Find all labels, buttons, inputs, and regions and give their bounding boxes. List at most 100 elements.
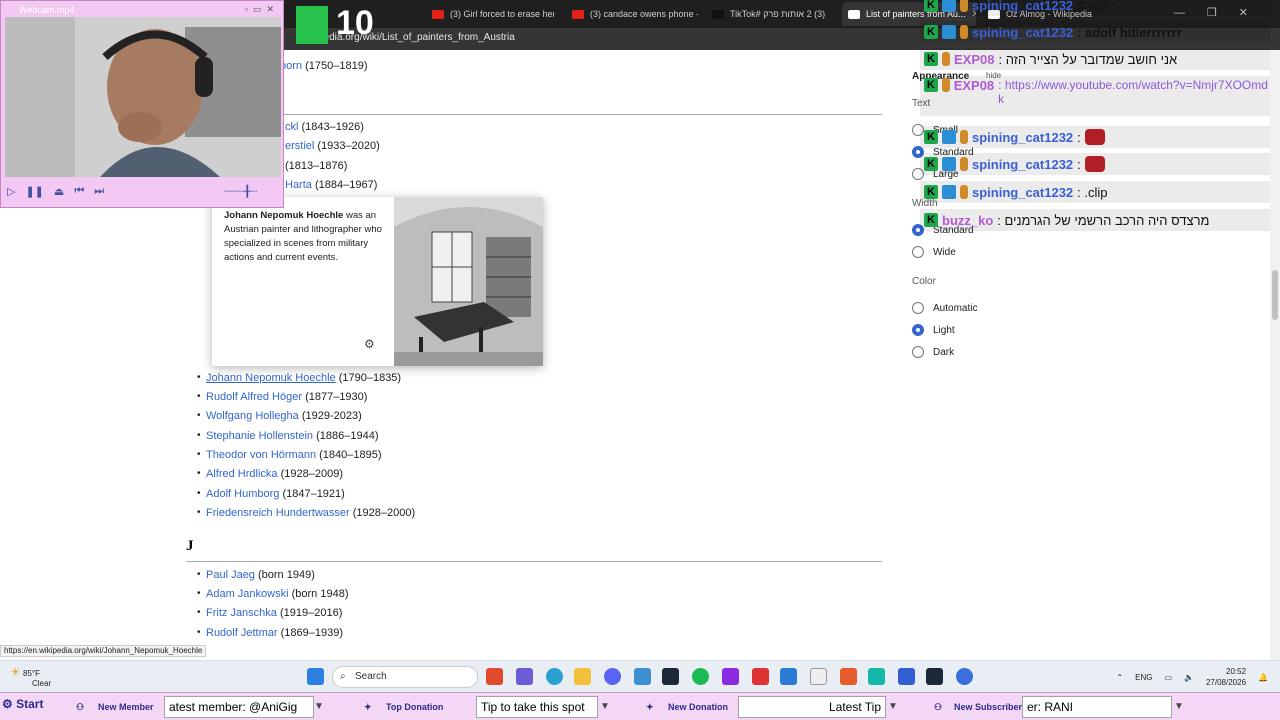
search-label: Search <box>355 671 387 682</box>
radio-button[interactable] <box>912 346 924 358</box>
radio-button[interactable] <box>912 302 924 314</box>
webcam-window-controls[interactable]: ▫▭✕ <box>245 4 279 15</box>
section-divider <box>186 561 882 562</box>
spotify-icon[interactable] <box>692 668 709 685</box>
page-scrollbar[interactable] <box>1270 50 1280 660</box>
scrollbar-thumb[interactable] <box>1272 270 1278 320</box>
painter-link[interactable]: erstiel <box>285 140 314 152</box>
chat-username: spining_cat1232 <box>972 24 1074 40</box>
option-label: Dark <box>933 346 955 358</box>
app-icon[interactable] <box>956 668 973 685</box>
painter-dates: (born 1948) <box>291 588 349 600</box>
painter-dates: (1813–1876) <box>285 160 348 172</box>
color-label: Color <box>912 276 936 287</box>
stream-info-bar: ⚙ Start ⚇ New Member atest member: @AniG… <box>0 692 1280 720</box>
user-badge-icon <box>960 0 968 12</box>
play-icon[interactable]: ▷ <box>7 185 15 198</box>
taskbar-search[interactable]: ⌕ Search <box>332 666 478 688</box>
discord-icon[interactable] <box>604 668 621 685</box>
radio-button-selected[interactable] <box>912 324 924 336</box>
edge-icon[interactable] <box>546 668 563 685</box>
painter-link[interactable]: Rudolf Alfred Höger <box>206 391 302 403</box>
painter-dates: (1929-2023) <box>301 410 362 422</box>
color-dark-option[interactable]: Dark <box>912 346 954 358</box>
chevron-down-icon[interactable]: ▼ <box>1174 701 1184 712</box>
painter-link[interactable]: Stephanie Hollenstein <box>206 430 313 442</box>
notification-icon[interactable]: 🔔 <box>1258 673 1268 682</box>
painter-link[interactable]: Theodor von Hörmann <box>206 449 316 461</box>
windows-start-icon[interactable] <box>307 668 324 685</box>
clock[interactable]: 20:52 27/08/2026 <box>1206 666 1246 688</box>
app-icon[interactable] <box>898 668 915 685</box>
painter-link[interactable]: Wolfgang Hollegha <box>206 410 299 422</box>
radio-button[interactable] <box>912 246 924 258</box>
popup-engraving-image[interactable] <box>394 197 543 366</box>
width-wide-option[interactable]: Wide <box>912 246 956 258</box>
painter-dates: (1847–1921) <box>282 488 345 500</box>
steam-icon[interactable] <box>662 668 679 685</box>
app-icon[interactable] <box>722 668 739 685</box>
notepad-icon[interactable] <box>810 668 827 685</box>
chat-text: : אני חושב שמדובר על הצייר הזה <box>998 51 1178 67</box>
app-icon[interactable] <box>752 668 769 685</box>
webcam-player-window[interactable]: Webcam.mp4 ▫▭✕ ▷ ❚❚ ⏏ ⏮ ⏭ ┈┈┈╂┈ <box>0 0 284 208</box>
copilot-icon[interactable] <box>516 668 533 685</box>
painter-link[interactable]: Rudolf Jettmar <box>206 627 278 639</box>
chat-message: Kspining_cat1232: <box>920 126 1270 148</box>
painter-link[interactable]: Fritz Janschka <box>206 607 277 619</box>
kick-badge-icon: K <box>924 78 938 92</box>
weather-widget[interactable]: ☀ 85°F Clear <box>10 665 51 688</box>
list-item: Wolfgang Hollegha (1929-2023) <box>197 410 362 422</box>
eject-icon[interactable]: ⏏ <box>54 185 64 198</box>
painter-dates: (1933–2020) <box>317 140 380 152</box>
painter-link[interactable]: Paul Jaeg <box>206 569 255 581</box>
chat-username: EXP08 <box>953 78 995 93</box>
painter-dates: (1750–1819) <box>305 60 368 72</box>
brave-icon[interactable] <box>486 668 503 685</box>
painter-link[interactable]: Johann Nepomuk Hoechle <box>206 372 336 384</box>
painter-link[interactable]: Adolf Humborg <box>206 488 279 500</box>
browser-tab-2[interactable]: (3) candace owens phone - Yo... <box>566 2 698 26</box>
vscode-icon[interactable] <box>780 668 797 685</box>
app-icon[interactable] <box>868 668 885 685</box>
new-member-field: atest member: @AniGig <box>164 696 314 718</box>
pause-icon[interactable]: ❚❚ <box>25 185 43 198</box>
chat-link[interactable]: : https://www.youtube.com/watch?v=Nmjr7X… <box>998 78 1270 106</box>
network-icon[interactable]: ▭ <box>1164 673 1172 682</box>
new-donation-label: New Donation <box>668 702 728 712</box>
volume-icon[interactable]: 🔈 <box>1184 673 1194 682</box>
painter-link[interactable]: Alfred Hrdlicka <box>206 468 278 480</box>
previous-icon[interactable]: ⏮ <box>74 185 84 198</box>
app-icon[interactable] <box>840 668 857 685</box>
list-item: Theodor von Hörmann (1840–1895) <box>197 449 381 461</box>
chevron-down-icon[interactable]: ▼ <box>888 701 898 712</box>
color-automatic-option[interactable]: Automatic <box>912 302 977 314</box>
chevron-up-icon[interactable]: ⌃ <box>1116 673 1123 682</box>
gear-icon[interactable]: ⚙ <box>364 337 375 351</box>
user-badge-icon <box>960 25 968 39</box>
list-item: Rudolf Alfred Höger (1877–1930) <box>197 391 367 403</box>
page-preview-popup[interactable]: Johann Nepomuk Hoechle was an Austrian p… <box>212 197 543 366</box>
chat-username: spining_cat1232 <box>972 129 1074 145</box>
chevron-down-icon[interactable]: ▼ <box>600 701 610 712</box>
list-item: ckl (1843–1926) <box>276 121 364 133</box>
language-indicator[interactable]: ENG <box>1135 673 1152 682</box>
color-light-option[interactable]: Light <box>912 324 955 336</box>
painter-link[interactable]: ckl <box>285 121 298 133</box>
painter-link[interactable]: Adam Jankowski <box>206 588 289 600</box>
volume-slider[interactable]: ┈┈┈╂┈ <box>224 185 257 198</box>
painter-link[interactable]: Friedensreich Hundertwasser <box>206 507 350 519</box>
webcam-media-controls: ▷ ❚❚ ⏏ ⏮ ⏭ ┈┈┈╂┈ <box>7 185 257 198</box>
browser-tab-1[interactable]: (3) Girl forced to erase her dr... <box>426 2 554 26</box>
list-item: Johann Nepomuk Hoechle (1790–1835) <box>197 372 401 384</box>
chevron-down-icon[interactable]: ▼ <box>314 701 324 712</box>
next-icon[interactable]: ⏭ <box>94 185 104 198</box>
browser-tab-3-label: TikTok# ‏2 אותות פרק ‎(3) <box>730 9 826 19</box>
painter-link[interactable]: Harta <box>285 179 312 191</box>
store-icon[interactable] <box>634 668 651 685</box>
clock-date: 27/08/2026 <box>1205 678 1247 687</box>
browser-tab-3[interactable]: TikTok# ‏2 אותות פרק ‎(3) <box>706 2 840 26</box>
start-button[interactable]: ⚙ Start <box>2 697 43 711</box>
steam-icon[interactable] <box>926 668 943 685</box>
file-explorer-icon[interactable] <box>574 668 591 685</box>
